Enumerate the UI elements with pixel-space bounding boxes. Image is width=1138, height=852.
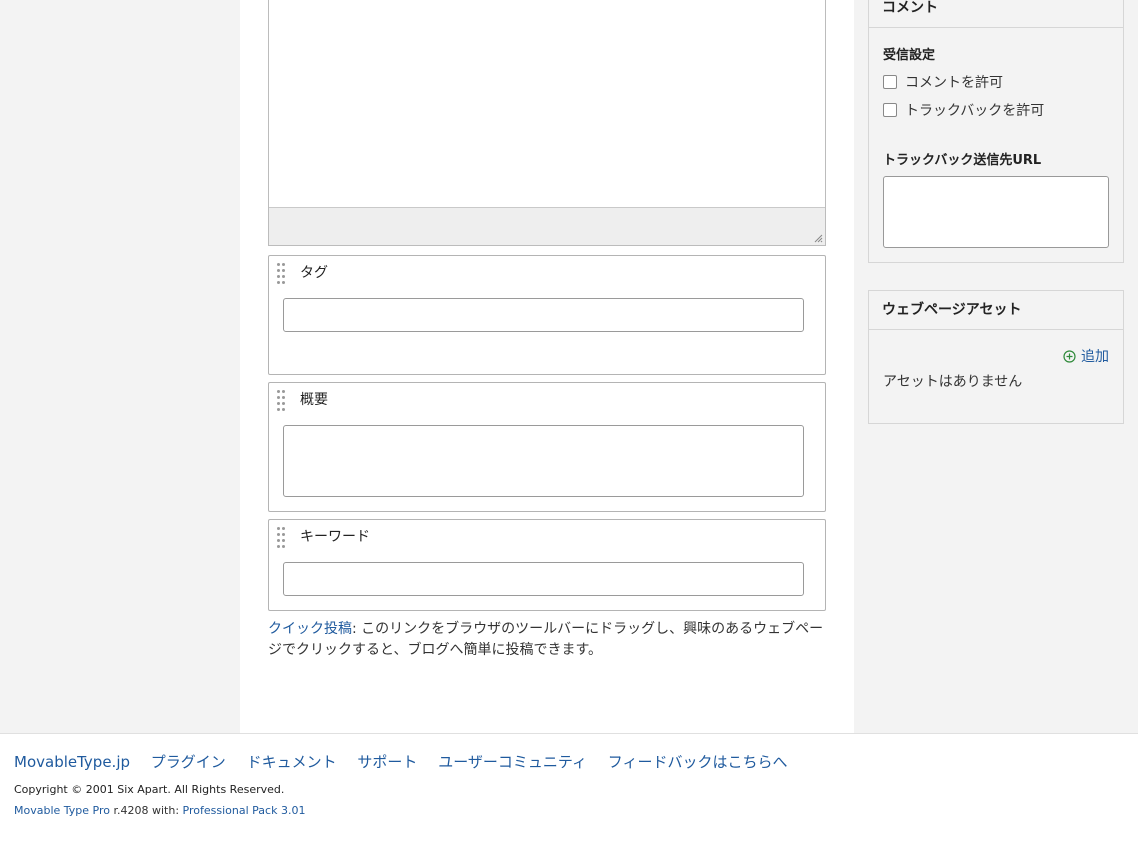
checkbox-icon[interactable] <box>883 103 897 117</box>
keywords-input[interactable] <box>283 562 804 596</box>
tags-field: タグ <box>268 255 826 375</box>
body-editor[interactable] <box>268 0 826 246</box>
copyright-text: Copyright © 2001 Six Apart. All Rights R… <box>14 783 285 796</box>
keywords-label: キーワード <box>300 529 370 545</box>
no-assets-text: アセットはありません <box>883 374 1023 390</box>
trackback-url-label: トラックバック送信先URL <box>883 153 1042 168</box>
drag-handle-icon[interactable] <box>277 527 287 549</box>
comments-panel: コメント 受信設定 コメントを許可 トラックバックを許可 トラックバック送信先U… <box>868 0 1124 263</box>
add-asset-label[interactable]: 追加 <box>1081 346 1109 366</box>
quick-post-description: : このリンクをブラウザのツールバーにドラッグし、興味のあるウェブページでクリッ… <box>268 621 824 658</box>
plus-circle-icon <box>1063 349 1076 363</box>
footer-links: MovableType.jp プラグイン ドキュメント サポート ユーザーコミュ… <box>14 751 803 772</box>
assets-panel-title: ウェブページアセット <box>869 291 1123 330</box>
footer-link-movabletype[interactable]: MovableType.jp <box>14 753 130 771</box>
excerpt-textarea[interactable] <box>283 425 804 497</box>
excerpt-field: 概要 <box>268 382 826 512</box>
allow-comments-checkbox[interactable]: コメントを許可 <box>883 72 1003 92</box>
editor-text-area[interactable] <box>269 0 825 209</box>
version-info: Movable Type Pro r.4208 with: Profession… <box>14 804 305 817</box>
resize-grip-icon[interactable] <box>814 234 823 243</box>
trackback-url-textarea[interactable] <box>883 176 1109 248</box>
version-product-link[interactable]: Movable Type Pro <box>14 804 110 817</box>
footer-link-plugins[interactable]: プラグイン <box>151 753 226 771</box>
editor-status-bar <box>269 207 825 245</box>
assets-panel: ウェブページアセット 追加 アセットはありません <box>868 290 1124 424</box>
allow-comments-label: コメントを許可 <box>905 75 1003 91</box>
footer-link-community[interactable]: ユーザーコミュニティ <box>438 753 587 771</box>
version-text: r.4208 with: <box>110 804 183 817</box>
drag-handle-icon[interactable] <box>277 263 287 285</box>
footer-link-support[interactable]: サポート <box>357 753 417 771</box>
footer-link-feedback[interactable]: フィードバックはこちらへ <box>608 753 788 771</box>
tags-label: タグ <box>300 265 328 281</box>
quick-post-link[interactable]: クイック投稿 <box>268 621 352 637</box>
allow-trackbacks-label: トラックバックを許可 <box>905 103 1045 119</box>
tags-input[interactable] <box>283 298 804 332</box>
add-asset-button[interactable]: 追加 <box>1063 346 1109 366</box>
allow-trackbacks-checkbox[interactable]: トラックバックを許可 <box>883 100 1044 120</box>
checkbox-icon[interactable] <box>883 75 897 89</box>
comments-panel-title: コメント <box>869 0 1123 28</box>
quick-post-note: クイック投稿: このリンクをブラウザのツールバーにドラッグし、興味のあるウェブペ… <box>268 619 828 661</box>
drag-handle-icon[interactable] <box>277 390 287 412</box>
keywords-field: キーワード <box>268 519 826 611</box>
footer-link-documents[interactable]: ドキュメント <box>247 753 337 771</box>
page-footer: MovableType.jp プラグイン ドキュメント サポート ユーザーコミュ… <box>0 733 1138 852</box>
version-pack-link[interactable]: Professional Pack 3.01 <box>183 804 306 817</box>
excerpt-label: 概要 <box>300 392 328 408</box>
receive-settings-label: 受信設定 <box>883 48 936 63</box>
